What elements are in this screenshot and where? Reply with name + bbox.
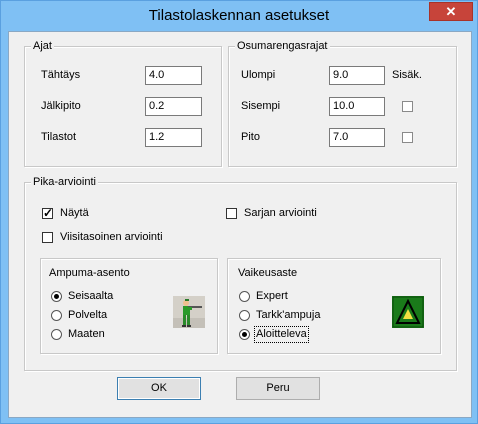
jalkipito-field[interactable]: 0.2 (145, 97, 202, 116)
pito-field[interactable]: 7.0 (329, 128, 385, 147)
label-sisak: Sisäk. (392, 69, 422, 81)
expert-radio[interactable] (239, 291, 250, 302)
sisempi-sisak-checkbox[interactable] (402, 101, 413, 112)
dialog-window: Tilastolaskennan asetukset ✕ Ajat Tähtäy… (0, 0, 478, 424)
ok-button[interactable]: OK (117, 377, 201, 400)
label-jalkipito: Jälkipito (41, 100, 81, 112)
label-pito: Pito (241, 131, 260, 143)
difficulty-icon (392, 296, 424, 328)
ampuma-asento-title: Ampuma-asento (49, 267, 130, 279)
group-pika-arviointi: Pika-arviointi ✓ Näytä Sarjan arviointi … (24, 176, 457, 371)
aloitteleva-label[interactable]: Aloitteleva (254, 326, 309, 343)
label-ulompi: Ulompi (241, 69, 276, 81)
vaikeusaste-title: Vaikeusaste (238, 267, 298, 279)
expert-label[interactable]: Expert (256, 290, 288, 303)
label-tilastot: Tilastot (41, 131, 77, 143)
maaten-label[interactable]: Maaten (68, 328, 105, 341)
group-vaikeusaste: Vaikeusaste Expert Tarkk'ampuja Aloittel… (227, 258, 441, 354)
checkmark-icon: ✓ (43, 206, 54, 220)
pito-sisak-checkbox[interactable] (402, 132, 413, 143)
nayta-checkbox[interactable]: ✓ (42, 206, 54, 220)
tarkkampuja-label[interactable]: Tarkk'ampuja (256, 309, 320, 322)
close-icon[interactable]: ✕ (430, 3, 472, 20)
seisaalta-label[interactable]: Seisaalta (68, 290, 113, 303)
tilastot-field[interactable]: 1.2 (145, 128, 202, 147)
tarkkampuja-radio[interactable] (239, 310, 250, 321)
close-button[interactable]: ✕ (429, 2, 473, 21)
tahtays-field[interactable]: 4.0 (145, 66, 202, 85)
label-tahtays: Tähtäys (41, 69, 81, 81)
sisempi-field[interactable]: 10.0 (329, 97, 385, 116)
group-ampuma-asento: Ampuma-asento Seisaalta Polvelta Maaten (40, 258, 218, 354)
aloitteleva-radio[interactable] (239, 329, 250, 340)
window-title: Tilastolaskennan asetukset (148, 7, 330, 24)
dialog-client-area: Ajat Tähtäys 4.0 Jälkipito 0.2 Tilastot … (8, 31, 472, 418)
polvelta-radio[interactable] (51, 310, 62, 321)
polvelta-label[interactable]: Polvelta (68, 309, 107, 322)
standing-shooter-icon (173, 296, 205, 328)
viisitasoinen-label[interactable]: Viisitasoinen arviointi (60, 231, 163, 244)
viisitasoinen-checkbox[interactable] (42, 232, 53, 243)
seisaalta-radio[interactable] (51, 291, 62, 302)
group-ajat: Ajat Tähtäys 4.0 Jälkipito 0.2 Tilastot … (24, 40, 222, 167)
group-osuma-legend: Osumarengasrajat (235, 40, 330, 53)
title-bar[interactable]: Tilastolaskennan asetukset ✕ (1, 1, 477, 31)
group-ajat-legend: Ajat (31, 40, 54, 53)
group-osumarengasrajat: Osumarengasrajat Ulompi 9.0 Sisäk. Sisem… (228, 40, 457, 167)
sarjan-arviointi-checkbox[interactable] (226, 208, 237, 219)
maaten-radio[interactable] (51, 329, 62, 340)
group-pika-legend: Pika-arviointi (31, 176, 98, 189)
label-sisempi: Sisempi (241, 100, 281, 112)
sarjan-arviointi-label[interactable]: Sarjan arviointi (244, 207, 317, 220)
nayta-label[interactable]: Näytä (60, 207, 89, 220)
peru-button[interactable]: Peru (236, 377, 320, 400)
ulompi-field[interactable]: 9.0 (329, 66, 385, 85)
